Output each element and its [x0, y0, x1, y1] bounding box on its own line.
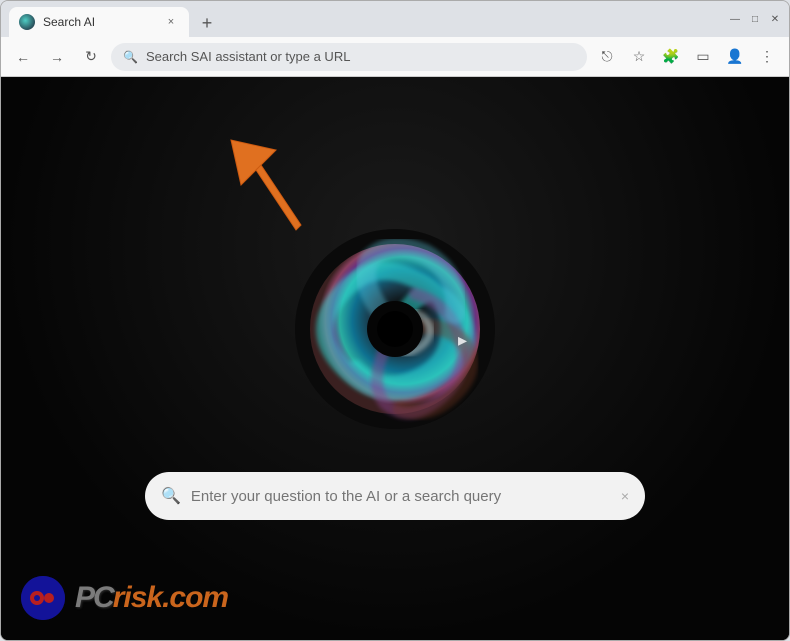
reload-button[interactable]: ↻	[77, 43, 105, 71]
search-bar-container: 🔍 ×	[145, 472, 645, 520]
new-tab-button[interactable]: +	[193, 9, 221, 37]
watermark-logo	[21, 576, 65, 620]
share-button[interactable]: ⎋	[593, 43, 621, 71]
sidebar-button[interactable]: ▭	[689, 43, 717, 71]
maximize-button[interactable]: □	[749, 13, 761, 25]
page-content: 🔍 × PC risk.com ▸	[1, 77, 789, 640]
tab-favicon	[19, 14, 35, 30]
title-bar: Search AI × + — □ ✕	[1, 1, 789, 37]
vortex-logo	[295, 229, 495, 429]
address-text: Search SAI assistant or type a URL	[146, 49, 350, 64]
forward-button[interactable]: →	[43, 43, 71, 71]
tab-area: Search AI × +	[9, 1, 725, 37]
menu-button[interactable]: ⋮	[753, 43, 781, 71]
back-button[interactable]: ←	[9, 43, 37, 71]
search-bar[interactable]: 🔍 ×	[145, 472, 645, 520]
address-bar[interactable]: 🔍 Search SAI assistant or type a URL	[111, 43, 587, 71]
minimize-button[interactable]: —	[729, 13, 741, 25]
search-input[interactable]	[191, 488, 611, 505]
tab-title: Search AI	[43, 15, 155, 29]
tab-close-button[interactable]: ×	[163, 14, 179, 30]
window-controls: — □ ✕	[729, 13, 781, 25]
profile-button[interactable]: 👤	[721, 43, 749, 71]
browser-frame: Search AI × + — □ ✕ ← → ↻ 🔍 Search SAI a…	[0, 0, 790, 641]
watermark-risk-text: risk.com	[113, 581, 228, 615]
watermark-pc-text: PC	[75, 581, 113, 615]
search-clear-button[interactable]: ×	[621, 488, 629, 504]
search-icon: 🔍	[123, 50, 138, 64]
bookmark-button[interactable]: ☆	[625, 43, 653, 71]
nav-actions: ⎋ ☆ 🧩 ▭ 👤 ⋮	[593, 43, 781, 71]
close-button[interactable]: ✕	[769, 13, 781, 25]
active-tab[interactable]: Search AI ×	[9, 7, 189, 37]
navigation-bar: ← → ↻ 🔍 Search SAI assistant or type a U…	[1, 37, 789, 77]
watermark: PC risk.com	[21, 576, 228, 620]
extensions-button[interactable]: 🧩	[657, 43, 685, 71]
search-icon: 🔍	[161, 486, 181, 506]
